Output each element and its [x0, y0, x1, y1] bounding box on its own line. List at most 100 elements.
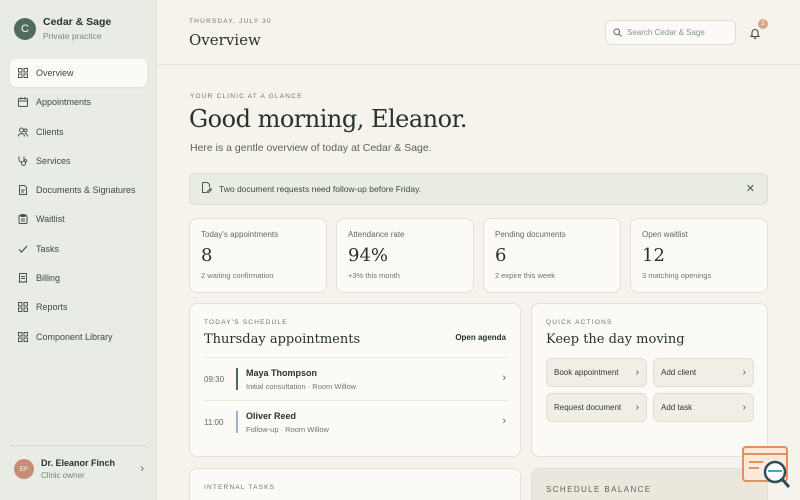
chevron-right-icon: › [502, 372, 506, 384]
chevron-right-icon: › [742, 402, 746, 413]
sidebar-item-appointments[interactable]: Appointments [10, 88, 147, 116]
sidebar-item-component-library[interactable]: Component Library [10, 323, 147, 351]
greeting-heading: Good morning, Eleanor. [189, 105, 468, 133]
appointment-time: 11:00 [204, 417, 224, 427]
quick-actions-card: QUICK ACTIONS Keep the day moving Book a… [531, 303, 768, 457]
sidebar-item-label: Appointments [36, 97, 92, 108]
sidebar-item-label: Overview [36, 68, 74, 78]
schedule-eyebrow: TODAY'S SCHEDULE [204, 319, 288, 326]
stat-value: 8 [201, 245, 213, 266]
user-name: Dr. Eleanor Finch [41, 458, 116, 468]
schedule-balance-title: SCHEDULE BALANCE [546, 485, 652, 494]
stat-label: Open waitlist [642, 230, 688, 239]
chevron-right-icon: › [140, 463, 144, 475]
stat-subtext: +3% this month [348, 271, 400, 280]
appointment-row[interactable]: 09:30 Maya Thompson Initial consultation… [204, 357, 508, 400]
quick-actions-grid: Book appointment › Add client › Request … [546, 358, 754, 422]
quick-action-label: Request document [554, 403, 622, 412]
stat-subtext: 3 matching openings [642, 271, 712, 280]
sidebar-item-documents[interactable]: Documents & Signatures [10, 176, 147, 204]
sidebar-item-label: Clients [36, 126, 64, 137]
sidebar-item-tasks[interactable]: Tasks [10, 235, 147, 263]
add-task-button[interactable]: Add task › [653, 393, 754, 422]
stats-row: Today's appointments 8 2 waiting confirm… [189, 218, 768, 293]
sidebar-item-overview[interactable]: Overview [10, 59, 147, 87]
sidebar-item-reports[interactable]: Reports [10, 293, 147, 321]
internal-tasks-card: INTERNAL TASKS [189, 468, 521, 500]
sidebar-divider [10, 445, 146, 446]
calendar-icon [18, 97, 28, 108]
appointment-client: Oliver Reed [246, 410, 297, 421]
stat-card[interactable]: Open waitlist 12 3 matching openings [630, 218, 768, 293]
clipboard-icon [18, 214, 28, 225]
quick-action-label: Book appointment [554, 368, 619, 377]
sidebar-item-label: Billing [36, 273, 61, 284]
chevron-right-icon: › [635, 367, 639, 378]
request-document-button[interactable]: Request document › [546, 393, 647, 422]
quick-actions-title: Keep the day moving [546, 332, 685, 347]
user-role: Clinic owner [41, 471, 85, 480]
receipt-icon [18, 273, 28, 284]
sidebar-item-label: Waitlist [36, 214, 65, 225]
stat-card[interactable]: Pending documents 6 2 expire this week [483, 218, 621, 293]
quick-action-label: Add client [661, 368, 697, 377]
stat-value: 12 [642, 245, 665, 266]
chevron-right-icon: › [635, 402, 639, 413]
book-appointment-button[interactable]: Book appointment › [546, 358, 647, 387]
grid-icon [18, 302, 28, 313]
appointment-time: 09:30 [204, 374, 225, 384]
sidebar-item-clients[interactable]: Clients [10, 118, 147, 146]
stethoscope-icon [18, 156, 28, 166]
grid-icon [18, 68, 28, 78]
brand[interactable]: C Cedar & Sage Private practice [14, 16, 111, 41]
stat-subtext: 2 waiting confirmation [201, 271, 274, 280]
stat-label: Pending documents [495, 230, 566, 239]
users-icon [18, 127, 28, 137]
brand-name: Cedar & Sage [43, 16, 112, 28]
chevron-right-icon: › [742, 367, 746, 378]
document-icon [18, 185, 28, 196]
page-title: Overview [189, 31, 261, 49]
sidebar-item-label: Component Library [36, 331, 113, 342]
appointment-accent-bar [236, 411, 238, 433]
close-icon[interactable]: ✕ [746, 182, 755, 195]
sidebar-item-label: Documents & Signatures [36, 185, 136, 196]
user-menu[interactable]: EF Dr. Eleanor Finch Clinic owner › [14, 458, 144, 480]
sidebar-item-billing[interactable]: Billing [10, 264, 147, 292]
grid-icon [18, 331, 28, 342]
appointment-detail: Initial consultation · Room Willow [246, 381, 357, 391]
stat-value: 94% [348, 245, 389, 266]
section-eyebrow: YOUR CLINIC AT A GLANCE [190, 93, 303, 100]
stat-label: Attendance rate [348, 230, 405, 239]
sidebar-item-label: Tasks [36, 243, 60, 254]
brand-subtitle: Private practice [43, 31, 102, 41]
avatar: EF [14, 459, 34, 479]
stat-card[interactable]: Today's appointments 8 2 waiting confirm… [189, 218, 327, 293]
appointment-list: 09:30 Maya Thompson Initial consultation… [204, 357, 508, 443]
sidebar-nav: Overview Appointments Clients Services D… [10, 59, 147, 352]
sidebar-item-waitlist[interactable]: Waitlist [10, 205, 147, 233]
brand-logo: C [14, 17, 36, 40]
sidebar-item-services[interactable]: Services [10, 147, 147, 175]
appointment-row[interactable]: 11:00 Oliver Reed Follow-up · Room Willo… [204, 400, 508, 443]
schedule-balance-card: SCHEDULE BALANCE [531, 468, 768, 500]
add-client-button[interactable]: Add client › [653, 358, 754, 387]
edit-document-icon [201, 180, 213, 198]
chevron-right-icon: › [502, 415, 506, 427]
current-date: THURSDAY, JULY 30 [189, 18, 272, 25]
search-box[interactable] [605, 20, 736, 45]
sidebar-item-label: Services [36, 155, 71, 166]
schedule-title: Thursday appointments [204, 332, 361, 347]
search-icon [613, 24, 622, 42]
sidebar: C Cedar & Sage Private practice Overview… [0, 0, 157, 500]
notification-badge: 2 [758, 19, 768, 29]
internal-tasks-eyebrow: INTERNAL TASKS [204, 484, 276, 491]
stat-card[interactable]: Attendance rate 94% +3% this month [336, 218, 474, 293]
sidebar-item-label: Reports [36, 302, 68, 313]
search-input[interactable] [627, 28, 727, 37]
top-bar: THURSDAY, JULY 30 Overview 2 [158, 0, 800, 65]
stat-label: Today's appointments [201, 230, 279, 239]
appointment-client: Maya Thompson [246, 367, 318, 378]
open-agenda-link[interactable]: Open agenda [455, 333, 506, 342]
search-code-icon[interactable] [741, 446, 791, 490]
